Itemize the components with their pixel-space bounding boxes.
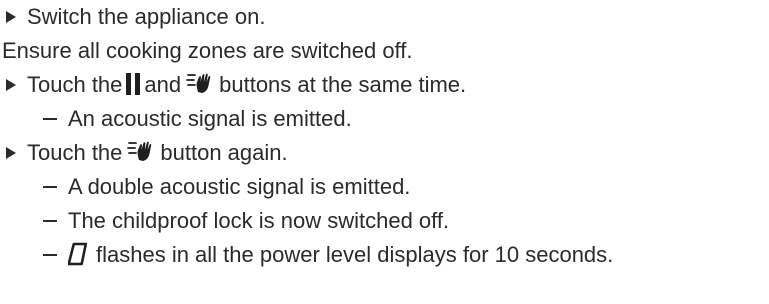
dash-bullet — [43, 186, 57, 188]
step-touch-again: Touch the button again. — [2, 136, 288, 170]
step-text-post: button again. — [160, 140, 288, 165]
step-text-pre: Touch the — [27, 140, 123, 165]
result-text: A double acoustic signal is emitted. — [68, 174, 411, 199]
step-arrow-icon — [6, 147, 16, 159]
sub-result-lock-off: The childproof lock is now switched off. — [43, 204, 449, 238]
pause-button-icon — [126, 73, 141, 95]
step-text-mid: and — [144, 72, 182, 97]
sub-result-double-signal: A double acoustic signal is emitted. — [43, 170, 410, 204]
childproof-lock-hand-icon — [186, 73, 211, 93]
step-text: Switch the appliance on. — [27, 4, 266, 29]
step-text-post: buttons at the same time. — [219, 72, 467, 97]
note-text: Ensure all cooking zones are switched of… — [2, 38, 413, 63]
dash-bullet — [43, 220, 57, 222]
dash-bullet — [43, 254, 57, 256]
result-text: flashes in all the power level displays … — [96, 242, 614, 267]
step-text-pre: Touch the — [27, 72, 123, 97]
step-arrow-icon — [6, 11, 16, 23]
dash-bullet — [43, 118, 57, 120]
sub-result-signal: An acoustic signal is emitted. — [43, 102, 352, 136]
note-line: Ensure all cooking zones are switched of… — [2, 34, 413, 68]
power-level-zero-icon — [68, 242, 88, 266]
result-text: An acoustic signal is emitted. — [68, 106, 352, 131]
sub-result-display-flash: flashes in all the power level displays … — [43, 238, 613, 272]
instruction-document: Switch the appliance on. Ensure all cook… — [0, 0, 769, 304]
step-switch-on: Switch the appliance on. — [2, 0, 266, 34]
childproof-lock-hand-icon — [127, 141, 152, 161]
step-touch-buttons: Touch the and buttons at the same time. — [2, 68, 466, 102]
step-arrow-icon — [6, 79, 16, 91]
result-text: The childproof lock is now switched off. — [68, 208, 450, 233]
